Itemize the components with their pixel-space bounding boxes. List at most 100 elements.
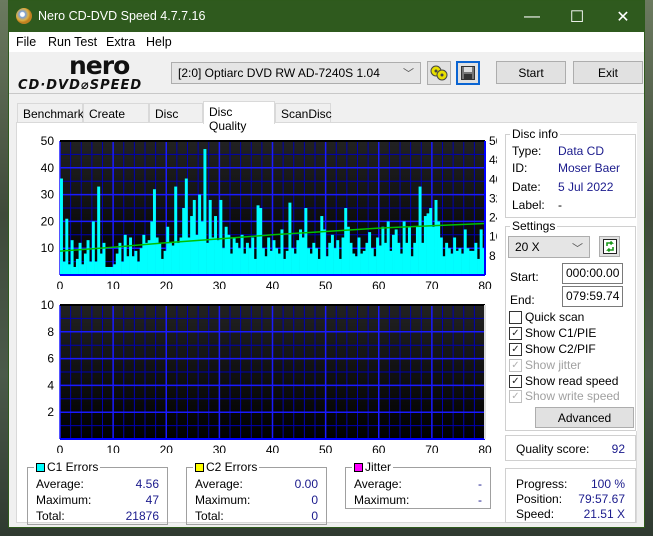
c2-average-label: Average: [195, 477, 243, 491]
disc-label-label: Label: [512, 198, 545, 212]
c1-bar [97, 186, 101, 275]
c1-bar [288, 202, 292, 275]
c1-bar [216, 240, 220, 275]
c1-bar [458, 248, 462, 275]
save-button[interactable] [456, 61, 480, 85]
c1-bar [312, 242, 316, 275]
x-tick-label: 80 [478, 443, 492, 453]
c1-bar [147, 240, 151, 275]
c1-bar [469, 250, 473, 275]
show-c1-pie-checkbox[interactable]: ✓ Show C1/PIE [509, 326, 596, 340]
jitter-average-value: - [478, 477, 482, 491]
drive-select[interactable]: [2:0] Optiarc DVD RW AD-7240S 1.04 ﹀ [171, 62, 421, 84]
c1-bar [152, 189, 156, 275]
c1-bar [349, 242, 353, 275]
show-c2-pif-checkbox[interactable]: ✓ Show C2/PIF [509, 342, 596, 356]
c2-chart-svg: 2 4 6 8 10 0 10 20 30 40 50 60 70 80 [41, 298, 492, 453]
y-tick-label: 10 [41, 241, 55, 255]
c1-bar [123, 234, 127, 275]
c1-bar [171, 245, 175, 275]
advanced-button[interactable]: Advanced [535, 407, 634, 428]
x-tick-label: 60 [372, 279, 386, 289]
discs-icon [430, 65, 448, 81]
show-c1-pie-label: Show C1/PIE [525, 326, 597, 340]
speed-select[interactable]: 20 X ﹀ [508, 236, 590, 258]
menu-file[interactable]: File [16, 35, 36, 49]
speed-value: 21.51 X [583, 507, 625, 521]
c1-bar [299, 229, 303, 275]
x-tick-label: 40 [266, 443, 280, 453]
menu-extra[interactable]: Extra [106, 35, 135, 49]
c1-bar [405, 242, 409, 275]
disc-type-label: Type: [512, 144, 542, 158]
menu-run-test[interactable]: Run Test [48, 35, 97, 49]
tab-disc-quality[interactable]: Disc Quality [203, 101, 275, 133]
c1-bar [160, 258, 164, 275]
c1-bar [344, 208, 348, 275]
c1-bar [400, 253, 403, 275]
show-jitter-label: Show jitter [525, 358, 582, 372]
c1-bar [70, 240, 74, 275]
maximize-button[interactable]: ☐ [554, 1, 600, 32]
x-tick-label: 40 [266, 279, 280, 289]
c1-bar [413, 242, 417, 275]
c1-bar [264, 256, 268, 275]
c1-errors-title: C1 Errors [47, 460, 99, 474]
c1-bar [328, 242, 332, 275]
c2-total-value: 0 [311, 509, 318, 523]
quality-score-value: 92 [611, 442, 625, 456]
c1-bar [320, 216, 324, 275]
c1-bar [357, 237, 361, 275]
tab-scandisc[interactable]: ScanDisc [275, 103, 332, 123]
c1-bar [378, 245, 382, 275]
jitter-maximum-value: - [478, 493, 482, 507]
quick-scan-checkbox[interactable]: Quick scan [509, 310, 584, 324]
c1-bar [121, 261, 125, 275]
c1-bar [453, 237, 457, 275]
disc-info-group: Disc info Type: Data CD ID: Moser Baer D… [505, 127, 636, 218]
exit-button[interactable]: Exit [573, 61, 643, 84]
c1-bar [445, 242, 449, 275]
y2-tick-label: 8 [489, 249, 496, 263]
c1-bar [203, 149, 207, 275]
disc-info-title: Disc info [510, 127, 561, 141]
c1-bar [232, 237, 236, 275]
drive-info-button[interactable] [427, 61, 451, 85]
c1-bar [137, 261, 140, 275]
menu-help[interactable]: Help [146, 35, 172, 49]
c1-bar [206, 242, 210, 275]
c1-bar [373, 256, 377, 275]
c1-bar [65, 218, 69, 275]
close-button[interactable]: ✕ [600, 1, 646, 32]
y-tick-label: 8 [47, 325, 54, 339]
c1-bar [442, 256, 446, 275]
c1-bar [245, 242, 249, 275]
speed-label: Speed: [516, 507, 555, 521]
quick-scan-label: Quick scan [525, 310, 585, 324]
c1-bar [280, 229, 284, 275]
start-time-input[interactable]: 000:00.00 [562, 263, 623, 284]
x-tick-label: 30 [213, 443, 227, 453]
c1-bar [243, 253, 247, 275]
c1-bar [240, 234, 244, 275]
x-tick-label: 20 [160, 443, 174, 453]
c1-bar [174, 186, 178, 275]
c1-bar [283, 258, 287, 275]
c1-bar [463, 229, 467, 275]
tab-benchmark[interactable]: Benchmark [17, 103, 84, 123]
c1-bar [437, 221, 441, 275]
tab-disc-info[interactable]: Disc Info [149, 103, 203, 135]
tab-create-disc[interactable]: Create Disc [83, 103, 149, 135]
start-button[interactable]: Start [496, 61, 566, 84]
refresh-speed-button[interactable] [599, 236, 620, 257]
x-tick-label: 50 [319, 279, 333, 289]
title-bar: Nero CD-DVD Speed 4.7.7.16 — ☐ ✕ [9, 1, 644, 32]
minimize-button[interactable]: — [509, 1, 555, 32]
show-read-speed-checkbox[interactable]: ✓ Show read speed [509, 374, 618, 388]
c1-bar [410, 256, 414, 275]
c1-bar [426, 213, 430, 275]
toolbar: nero CD·DVD⌀SPEED [2:0] Optiarc DVD RW A… [9, 51, 644, 94]
c1-bar [184, 178, 188, 275]
end-time-input[interactable]: 079:59.74 [562, 286, 623, 307]
c1-bar [269, 250, 273, 275]
